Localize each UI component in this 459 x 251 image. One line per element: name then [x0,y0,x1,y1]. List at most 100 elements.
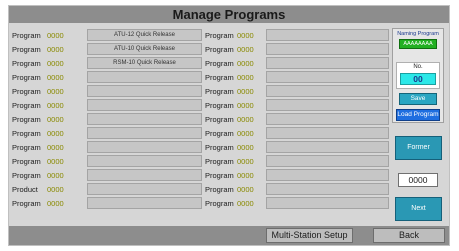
program-number[interactable]: 0000 [47,156,64,168]
program-name-field[interactable] [266,169,389,181]
program-row: Program 0000 [205,43,389,57]
program-name-field[interactable] [266,57,389,69]
program-row: Program 0000 [12,169,202,183]
page-title: Manage Programs [9,6,449,23]
program-row: Program 0000 [205,57,389,71]
program-number[interactable]: 0000 [47,44,64,56]
naming-program-label: Naming Program [397,31,439,37]
program-number[interactable]: 0000 [47,86,64,98]
program-number[interactable]: 0000 [237,114,254,126]
program-number[interactable]: 0000 [47,58,64,70]
program-name-field[interactable] [87,183,202,195]
program-row: Program 0000 [12,141,202,155]
program-number[interactable]: 0000 [47,128,64,140]
program-number-box: No. 00 [396,62,440,89]
program-name-field[interactable] [87,169,202,181]
program-row: Program 0000 [205,29,389,43]
program-number[interactable]: 0000 [237,44,254,56]
program-row: Program 0000 [12,127,202,141]
program-name-field[interactable] [87,155,202,167]
program-row-label: Program [12,45,41,54]
back-button[interactable]: Back [373,228,445,243]
program-number[interactable]: 0000 [47,198,64,210]
program-name-field[interactable] [87,127,202,139]
program-number[interactable]: 0000 [47,30,64,42]
program-row: Program 0000 [205,85,389,99]
program-row: Program 0000 RSM-10 Quick Release [12,57,202,71]
program-row: Program 0000 [12,71,202,85]
next-page-button[interactable]: Next [395,197,442,221]
program-row-label: Program [12,73,41,82]
program-number[interactable]: 0000 [47,100,64,112]
program-name-field[interactable] [266,71,389,83]
program-number[interactable]: 0000 [47,184,64,196]
program-number[interactable]: 0000 [47,170,64,182]
program-name-field[interactable] [87,113,202,125]
program-row-label: Program [12,87,41,96]
program-name-field[interactable] [87,197,202,209]
program-row: Product 0000 [12,183,202,197]
program-number[interactable]: 0000 [47,72,64,84]
program-name-field[interactable] [266,113,389,125]
program-name-field[interactable] [266,183,389,195]
program-name-field[interactable] [266,85,389,97]
program-row-label: Program [205,171,234,180]
program-row: Program 0000 [205,183,389,197]
program-name-field[interactable]: ATU-10 Quick Release [87,43,202,55]
program-name-field[interactable]: RSM-10 Quick Release [87,57,202,69]
program-row: Program 0000 ATU-10 Quick Release [12,43,202,57]
program-row-label: Program [205,199,234,208]
program-number[interactable]: 0000 [237,184,254,196]
program-row-label: Program [205,129,234,138]
program-name-field[interactable] [266,155,389,167]
program-name-field[interactable] [87,141,202,153]
save-button[interactable]: Save [399,93,437,105]
program-name-field[interactable] [266,29,389,41]
manage-programs-screen: Manage Programs Program 0000 ATU-12 Quick … [9,6,449,245]
program-row: Program 0000 [205,169,389,183]
program-row: Program 0000 [205,71,389,85]
naming-program-field[interactable]: AAAAAAAA [399,39,437,49]
program-row: Program 0000 [205,155,389,169]
program-number[interactable]: 0000 [237,30,254,42]
program-number[interactable]: 0000 [237,198,254,210]
program-name-field[interactable] [87,85,202,97]
program-row: Program 0000 [205,99,389,113]
program-name-field[interactable] [266,127,389,139]
program-row: Program 0000 [12,113,202,127]
program-row-label: Program [12,101,41,110]
program-name-field[interactable] [87,71,202,83]
program-number[interactable]: 0000 [237,58,254,70]
program-row: Program 0000 [12,85,202,99]
program-row-label: Program [12,171,41,180]
program-row-label: Program [12,199,41,208]
multi-station-setup-button[interactable]: Multi-Station Setup [266,228,353,243]
load-program-button[interactable]: Load Program [396,109,440,121]
program-name-field[interactable] [266,99,389,111]
program-number[interactable]: 0000 [237,156,254,168]
program-number[interactable]: 0000 [237,128,254,140]
program-name-field[interactable] [87,99,202,111]
program-number[interactable]: 0000 [47,142,64,154]
program-number[interactable]: 0000 [47,114,64,126]
program-row: Program 0000 [12,99,202,113]
program-number[interactable]: 0000 [237,170,254,182]
program-number[interactable]: 0000 [237,86,254,98]
former-page-button[interactable]: Former [395,136,442,160]
bottom-toolbar: Multi-Station Setup Back [9,226,449,245]
program-name-field[interactable] [266,141,389,153]
program-number-field[interactable]: 00 [400,73,436,85]
program-name-field[interactable]: ATU-12 Quick Release [87,29,202,41]
program-row: Program 0000 [205,127,389,141]
program-name-field[interactable] [266,43,389,55]
program-row-label: Program [12,59,41,68]
program-row-label: Program [205,157,234,166]
program-number[interactable]: 0000 [237,100,254,112]
program-row-label: Program [12,143,41,152]
page-number-field[interactable]: 0000 [398,173,438,187]
naming-panel: Naming Program AAAAAAAA No. 00 Save Load… [392,28,444,123]
program-name-field[interactable] [266,197,389,209]
program-number[interactable]: 0000 [237,72,254,84]
program-row: Program 0000 [12,197,202,211]
program-number[interactable]: 0000 [237,142,254,154]
